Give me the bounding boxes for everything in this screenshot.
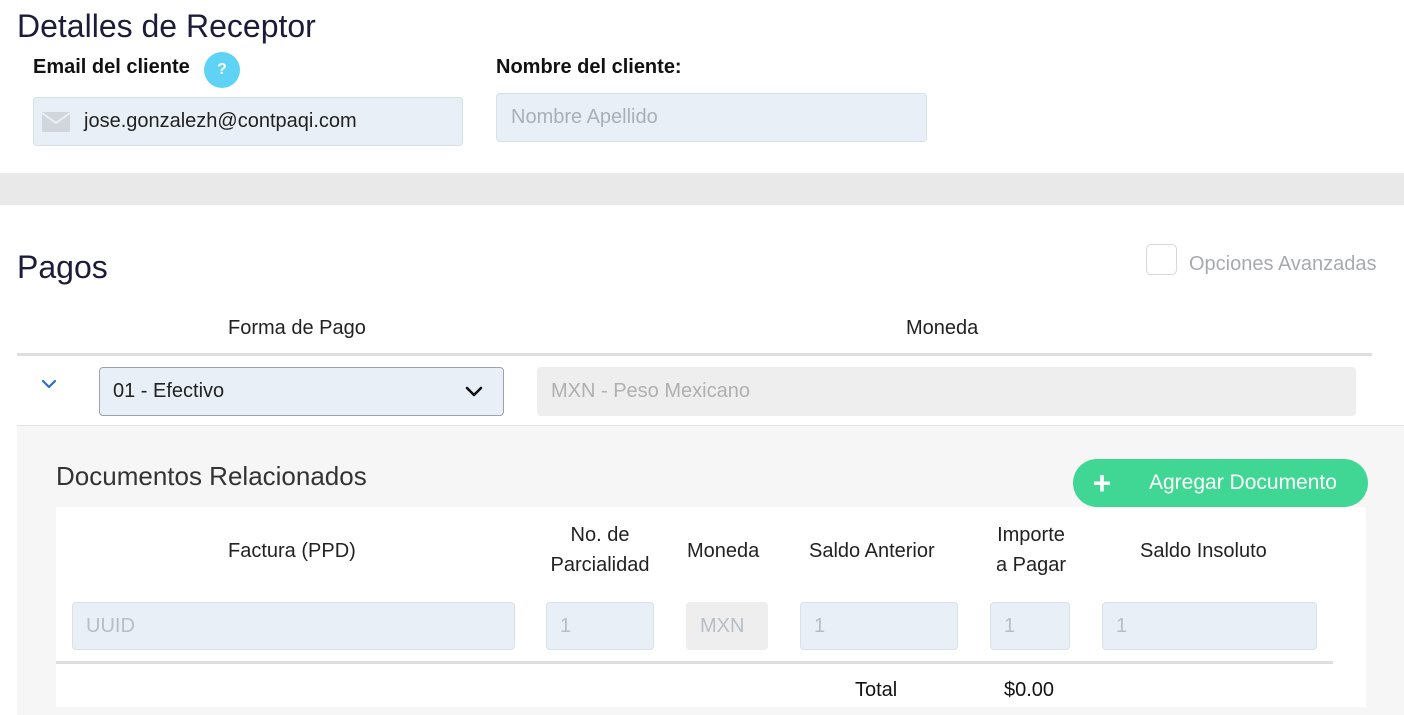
importe-input[interactable]: 1 — [990, 602, 1070, 650]
saldo-anterior-input[interactable]: 1 — [800, 602, 958, 650]
pagos-title: Pagos — [17, 249, 108, 285]
column-parcialidad-line2: Parcialidad — [550, 554, 650, 576]
moneda-field[interactable]: MXN - Peso Mexicano — [537, 367, 1356, 416]
column-parcialidad: No. de Parcialidad — [546, 520, 654, 580]
total-value: $0.00 — [1004, 679, 1055, 701]
header-divider — [17, 353, 1372, 356]
name-field[interactable]: Nombre Apellido — [496, 93, 927, 142]
section-divider — [0, 173, 1404, 205]
moneda-value: MXN - Peso Mexicano — [551, 380, 750, 402]
uuid-input[interactable]: UUID — [72, 602, 515, 650]
email-field[interactable]: jose.gonzalezh@contpaqi.com — [33, 97, 463, 146]
column-importe: Importe a Pagar — [990, 520, 1072, 580]
column-saldo-anterior: Saldo Anterior — [809, 540, 935, 562]
header-forma-pago: Forma de Pago — [228, 317, 366, 339]
column-saldo-insoluto: Saldo Insoluto — [1140, 540, 1267, 562]
parcialidad-input[interactable]: 1 — [546, 602, 654, 650]
saldo-insoluto-input[interactable]: 1 — [1102, 602, 1317, 650]
documentos-title: Documentos Relacionados — [56, 461, 367, 491]
row-moneda-value: MXN — [700, 614, 745, 637]
column-factura: Factura (PPD) — [228, 540, 356, 562]
chevron-down-icon — [465, 380, 483, 403]
header-moneda: Moneda — [906, 317, 979, 339]
total-label: Total — [855, 679, 898, 701]
name-label: Nombre del cliente: — [496, 56, 682, 78]
plus-icon: + — [1092, 465, 1112, 501]
column-importe-line2: a Pagar — [995, 554, 1067, 576]
parcialidad-value: 1 — [560, 614, 572, 637]
chevron-down-icon[interactable] — [38, 375, 60, 393]
add-document-label: Agregar Documento — [1149, 471, 1337, 494]
saldo-insoluto-value: 1 — [1116, 614, 1128, 637]
importe-value: 1 — [1004, 614, 1016, 637]
add-document-button[interactable]: + Agregar Documento — [1073, 459, 1368, 507]
forma-pago-select[interactable]: 01 - Efectivo — [99, 367, 504, 416]
saldo-anterior-value: 1 — [814, 614, 826, 637]
forma-pago-value: 01 - Efectivo — [113, 380, 225, 402]
table-divider — [56, 661, 1333, 664]
row-moneda-field[interactable]: MXN — [686, 602, 768, 650]
column-parcialidad-line1: No. de — [570, 524, 630, 546]
email-value: jose.gonzalezh@contpaqi.com — [84, 110, 357, 132]
advanced-options-checkbox[interactable] — [1146, 244, 1177, 275]
help-icon[interactable]: ? — [204, 52, 240, 88]
email-label: Email del cliente — [33, 56, 190, 78]
uuid-placeholder: UUID — [86, 614, 135, 637]
envelope-icon — [42, 111, 70, 132]
advanced-options-label[interactable]: Opciones Avanzadas — [1189, 253, 1377, 276]
column-moneda: Moneda — [687, 540, 760, 562]
name-placeholder: Nombre Apellido — [511, 106, 658, 128]
column-importe-line1: Importe — [997, 524, 1065, 546]
receptor-title: Detalles de Receptor — [17, 8, 316, 44]
